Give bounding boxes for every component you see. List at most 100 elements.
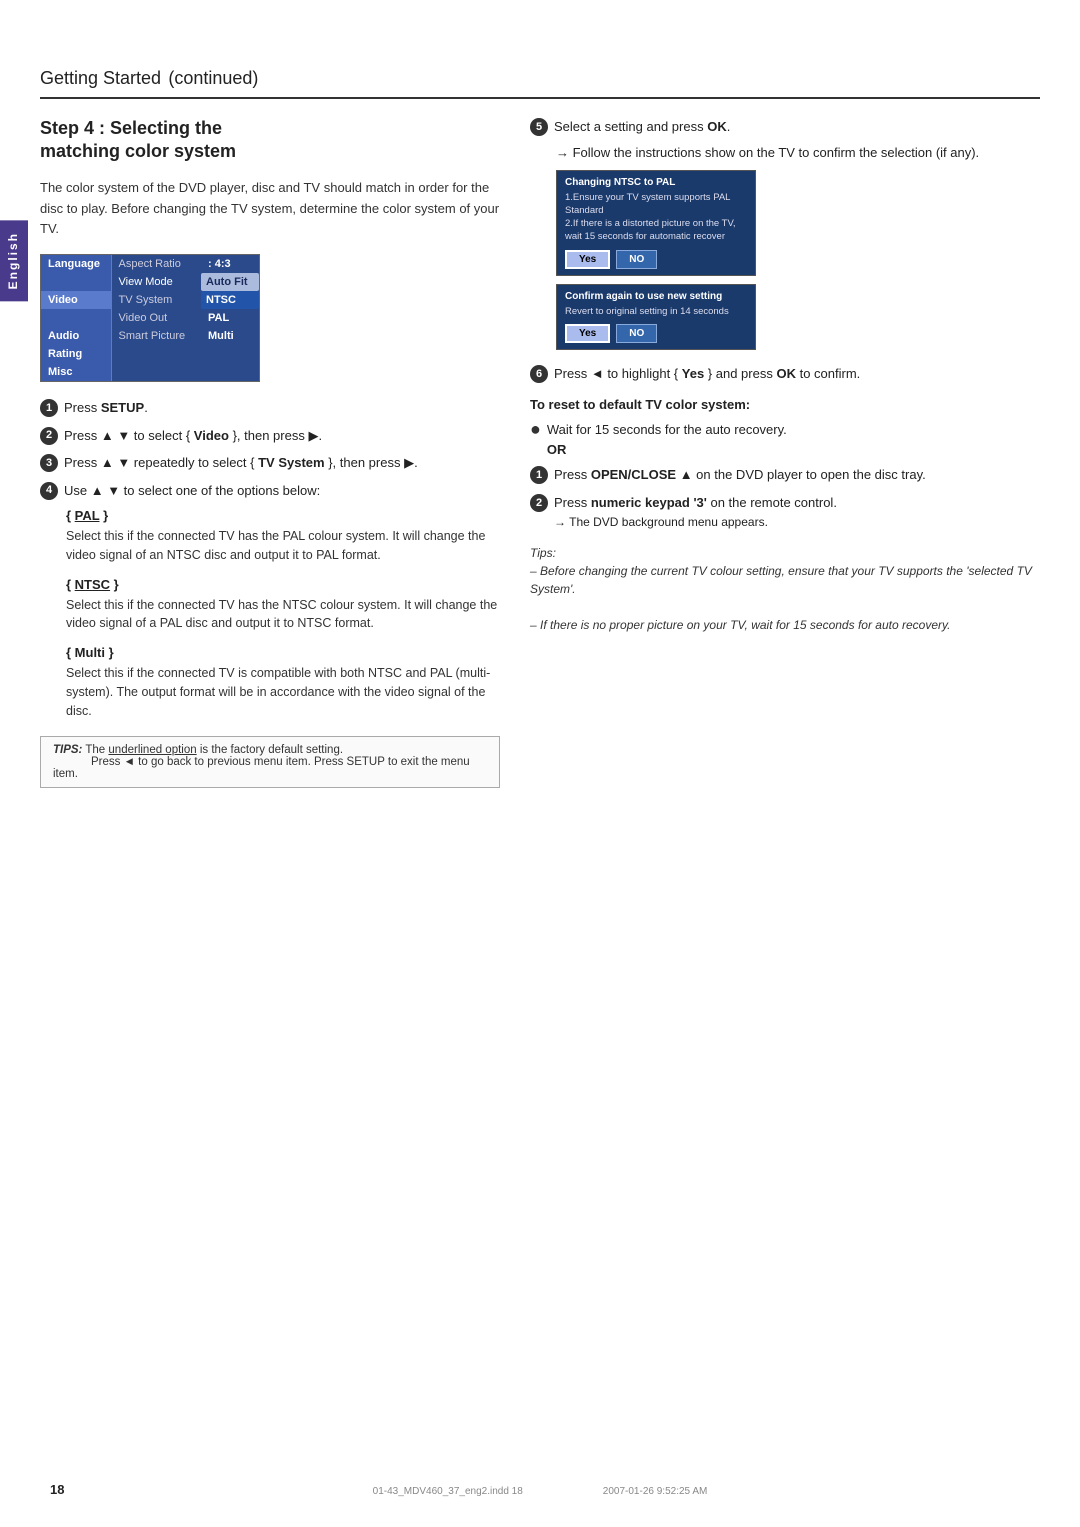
menu-label-empty2 <box>111 363 201 381</box>
pal-desc: Select this if the connected TV has the … <box>66 527 500 565</box>
intro-text: The color system of the DVD player, disc… <box>40 178 500 240</box>
menu-value-empty1 <box>201 345 259 363</box>
left-steps-list: 1 Press SETUP. 2 Press ▲ ▼ to select { V… <box>40 398 500 500</box>
left-step-1: 1 Press SETUP. <box>40 398 500 418</box>
reset-2-circle: 2 <box>530 494 548 512</box>
dialog2-buttons: Yes NO <box>565 324 747 343</box>
right-step-6: 6 Press ◄ to highlight { Yes } and press… <box>530 364 1040 384</box>
step-6-text: Press ◄ to highlight { Yes } and press O… <box>554 364 1040 384</box>
step-5-text: Select a setting and press OK. <box>554 117 1040 137</box>
menu-value-viewmode: Auto Fit <box>201 273 259 291</box>
tips-italic-line3: – If there is no proper picture on your … <box>530 618 950 632</box>
reset-1-circle: 1 <box>530 466 548 484</box>
page-header: Getting Started (continued) <box>40 60 1040 99</box>
step-6-circle: 6 <box>530 365 548 383</box>
menu-left-language: Language <box>41 255 111 273</box>
step-2-text: Press ▲ ▼ to select { Video }, then pres… <box>64 426 500 446</box>
menu-screenshot: Language Aspect Ratio : 4:3 View Mode Au… <box>40 254 260 382</box>
reset-step-1: 1 Press OPEN/CLOSE ▲ on the DVD player t… <box>530 465 1040 485</box>
left-step-2: 2 Press ▲ ▼ to select { Video }, then pr… <box>40 426 500 446</box>
menu-row-7: Misc <box>41 363 259 381</box>
reset-1-text: Press OPEN/CLOSE ▲ on the DVD player to … <box>554 465 1040 485</box>
tips-line2: Press ◄ to go back to previous menu item… <box>53 756 470 780</box>
pal-option: { PAL } Select this if the connected TV … <box>66 508 500 565</box>
multi-option: { Multi } Select this if the connected T… <box>66 645 500 720</box>
step-2-circle: 2 <box>40 427 58 445</box>
dialog2-no-button[interactable]: NO <box>616 324 657 343</box>
dialog-box-1: Changing NTSC to PAL 1.Ensure your TV sy… <box>556 170 756 276</box>
menu-left-audio: Audio <box>41 327 111 345</box>
step-5-circle: 5 <box>530 118 548 136</box>
left-step-3: 3 Press ▲ ▼ repeatedly to select { TV Sy… <box>40 453 500 473</box>
left-step-4: 4 Use ▲ ▼ to select one of the options b… <box>40 481 500 501</box>
dialog1-buttons: Yes NO <box>565 250 747 269</box>
two-column-layout: Step 4 : Selecting the matching color sy… <box>40 117 1040 788</box>
multi-desc: Select this if the connected TV is compa… <box>66 664 500 720</box>
pal-title: { PAL } <box>66 508 500 523</box>
page-title: Getting Started (continued) <box>40 60 1040 91</box>
step-1-text: Press SETUP. <box>64 398 500 418</box>
tips-box: TIPS: The underlined option is the facto… <box>40 736 500 788</box>
dialog1-body: 1.Ensure your TV system supports PAL Sta… <box>565 191 747 244</box>
dialog2-yes-button[interactable]: Yes <box>565 324 610 343</box>
footer-left: 01-43_MDV460_37_eng2.indd 18 <box>373 1486 523 1497</box>
menu-row-5: Audio Smart Picture Multi <box>41 327 259 345</box>
menu-table: Language Aspect Ratio : 4:3 View Mode Au… <box>41 255 259 381</box>
menu-row-4: Video Out PAL <box>41 309 259 327</box>
menu-left-misc: Misc <box>41 363 111 381</box>
dialog1-no-button[interactable]: NO <box>616 250 657 269</box>
menu-left-rating: Rating <box>41 345 111 363</box>
step-3-circle: 3 <box>40 454 58 472</box>
menu-value-empty2 <box>201 363 259 381</box>
menu-label-empty1 <box>111 345 201 363</box>
menu-row-6: Rating <box>41 345 259 363</box>
left-column: Step 4 : Selecting the matching color sy… <box>40 117 500 788</box>
reset-step-2: 2 Press numeric keypad '3' on the remote… <box>530 493 1040 532</box>
footer-info: 01-43_MDV460_37_eng2.indd 18 2007-01-26 … <box>373 1486 708 1497</box>
tips-italic: Tips: – Before changing the current TV c… <box>530 544 1040 634</box>
side-tab-label: English <box>6 232 20 289</box>
menu-label-aspect: Aspect Ratio <box>111 255 201 273</box>
bullet-dot: ● <box>530 420 541 438</box>
menu-left-empty1 <box>41 273 111 291</box>
page-number: 18 <box>50 1482 64 1497</box>
multi-title: { Multi } <box>66 645 500 660</box>
dialog2-line1: Revert to original setting in 14 seconds <box>565 306 729 317</box>
menu-row-3: Video TV System NTSC <box>41 291 259 309</box>
tips-line1: The underlined option is the factory def… <box>85 744 343 756</box>
reset-wait-text: Wait for 15 seconds for the auto recover… <box>547 420 787 459</box>
menu-value-aspect: : 4:3 <box>201 255 259 273</box>
menu-label-viewmode: View Mode <box>111 273 201 291</box>
ntsc-desc: Select this if the connected TV has the … <box>66 596 500 634</box>
tips-italic-line2: – Before changing the current TV colour … <box>530 564 1032 596</box>
menu-label-tvsystem: TV System <box>111 291 201 309</box>
footer-right: 2007-01-26 9:52:25 AM <box>603 1486 708 1497</box>
step-1-circle: 1 <box>40 399 58 417</box>
dialog-box-2: Confirm again to use new setting Revert … <box>556 284 756 350</box>
step-4-text: Use ▲ ▼ to select one of the options bel… <box>64 481 500 501</box>
tips-italic-label: Tips: <box>530 546 556 560</box>
dialog1-line1: 1.Ensure your TV system supports PAL Sta… <box>565 192 730 216</box>
menu-value-tvsystem: NTSC <box>201 291 259 309</box>
ntsc-label: NTSC <box>75 577 110 592</box>
dialog1-title: Changing NTSC to PAL <box>565 177 747 188</box>
step-heading: Step 4 : Selecting the matching color sy… <box>40 117 500 164</box>
right-column: 5 Select a setting and press OK. → Follo… <box>530 117 1040 634</box>
menu-row-1: Language Aspect Ratio : 4:3 <box>41 255 259 273</box>
page-container: English Getting Started (continued) Step… <box>0 0 1080 1527</box>
tips-label: TIPS: <box>53 744 82 756</box>
menu-label-videoout: Video Out <box>111 309 201 327</box>
reset-heading: To reset to default TV color system: <box>530 397 1040 412</box>
dialog1-yes-button[interactable]: Yes <box>565 250 610 269</box>
dialog2-body: Revert to original setting in 14 seconds <box>565 305 747 318</box>
dialog1-line2: 2.If there is a distorted picture on the… <box>565 218 736 242</box>
step-3-text: Press ▲ ▼ repeatedly to select { TV Syst… <box>64 453 500 473</box>
menu-left-video: Video <box>41 291 111 309</box>
step-4-circle: 4 <box>40 482 58 500</box>
menu-left-empty2 <box>41 309 111 327</box>
step-5-sub: → Follow the instructions show on the TV… <box>556 145 1040 160</box>
reset-bullet-wait: ● Wait for 15 seconds for the auto recov… <box>530 420 1040 459</box>
pal-label: PAL <box>75 508 100 523</box>
ntsc-title: { NTSC } <box>66 577 500 592</box>
menu-value-smartpic: Multi <box>201 327 259 345</box>
